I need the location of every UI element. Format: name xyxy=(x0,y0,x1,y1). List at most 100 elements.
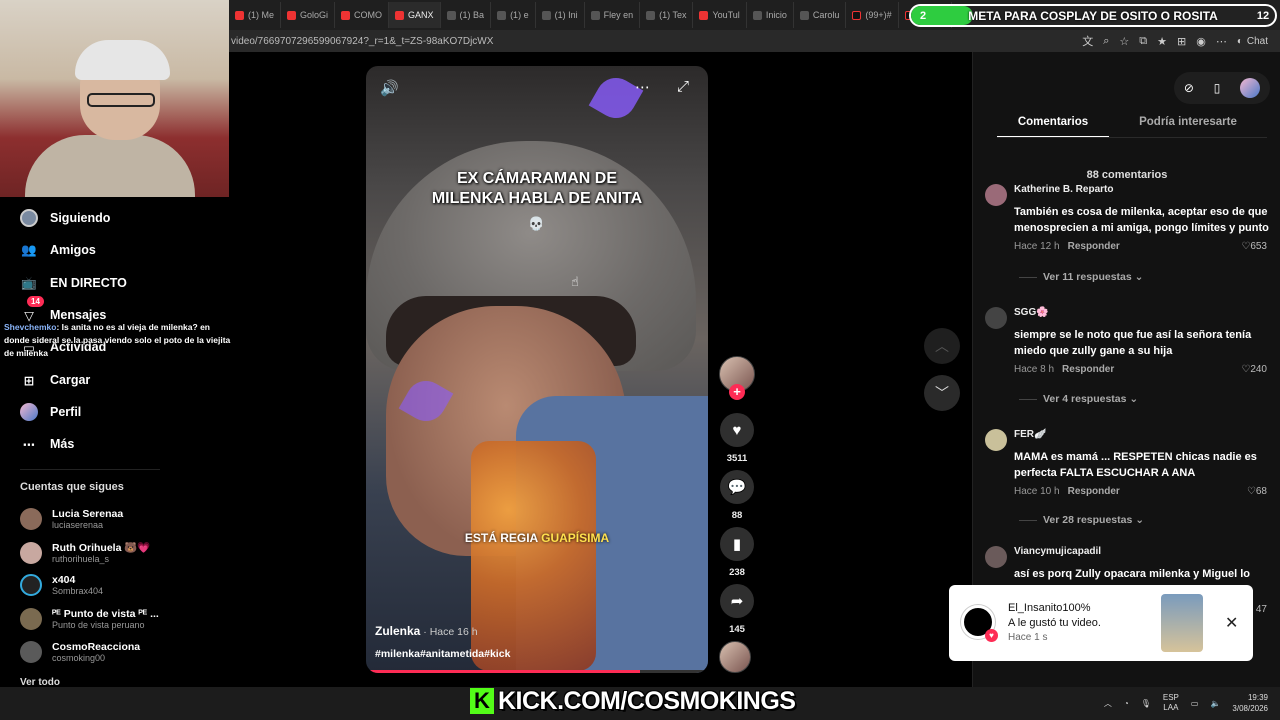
network-icon[interactable]: ◔ xyxy=(1124,699,1129,708)
video-progress-fill xyxy=(366,670,640,673)
tab-label: (1) e xyxy=(510,10,529,20)
sidebar-item-label: Amigos xyxy=(50,243,96,257)
skull-emoji-icon: 💀 xyxy=(528,216,545,231)
volume-icon[interactable]: 🔊 xyxy=(380,79,399,97)
browser-tab[interactable]: GoloGi xyxy=(281,2,336,28)
comment-user[interactable]: SGG🌸 xyxy=(1014,307,1049,318)
comment-like[interactable]: ♡68 xyxy=(1247,486,1267,497)
sidebar-item-following[interactable]: Siguiendo xyxy=(20,209,110,227)
url-text[interactable]: video/7669707296599067924?_r=1&_t=ZS-98a… xyxy=(231,36,493,47)
profile-avatar-icon[interactable] xyxy=(1240,78,1261,98)
browser-tab[interactable]: (1) Ini xyxy=(536,2,585,28)
view-replies-link[interactable]: Ver 28 respuestas ⌄ xyxy=(1019,514,1144,526)
like-notification[interactable]: ♥ El_Insanito100% A le gustó tu video. H… xyxy=(949,585,1253,661)
clock[interactable]: 19:39 3/08/2026 xyxy=(1232,692,1268,714)
reply-button[interactable]: Responder xyxy=(1062,364,1114,375)
previous-video-button[interactable]: ︿ xyxy=(924,328,960,364)
sidebar-item-live[interactable]: 📺 EN DIRECTO xyxy=(20,274,127,292)
browser-tab[interactable]: Carolu xyxy=(794,2,847,28)
comment-like[interactable]: ♡653 xyxy=(1241,241,1267,252)
like-button[interactable]: ♥ 3511 xyxy=(719,413,755,464)
music-disc-button[interactable] xyxy=(719,641,755,673)
address-bar[interactable]: video/7669707296599067924?_r=1&_t=ZS-98a… xyxy=(229,30,1280,52)
x-icon xyxy=(646,10,656,20)
comment-user[interactable]: Viancymujicapadil xyxy=(1014,546,1101,557)
browser-tab[interactable]: YouTul xyxy=(693,2,747,28)
view-replies-link[interactable]: Ver 4 respuestas ⌄ xyxy=(1019,393,1138,405)
avatar[interactable] xyxy=(985,184,1007,206)
compass-icon[interactable]: ⊘ xyxy=(1184,81,1194,95)
sidebar-item-profile[interactable]: Perfil xyxy=(20,403,81,421)
browser-tab[interactable]: GANX xyxy=(389,2,441,28)
video-player[interactable]: 🔊 ⋯ ⤢ EX CÁMARAMAN DE MILENKA HABLA DE AN… xyxy=(366,66,708,673)
browser-tab[interactable]: (1) e xyxy=(491,2,536,28)
save-button[interactable]: ▮ 238 xyxy=(719,527,755,578)
x-icon xyxy=(541,10,551,20)
favorites-icon[interactable]: ★ xyxy=(1157,35,1167,48)
followed-account[interactable]: ᴾᴱ Punto de vista ᴾᴱ ... Punto de vista p… xyxy=(20,608,159,630)
zoom-icon[interactable]: ⌕ xyxy=(1103,35,1109,48)
comment-user[interactable]: FER🪽 xyxy=(1014,429,1046,440)
language-indicator[interactable]: ESP LAA xyxy=(1163,693,1179,713)
author-name[interactable]: Zulenka xyxy=(375,624,420,638)
reply-button[interactable]: Responder xyxy=(1068,241,1120,252)
video-hashtags[interactable]: #milenka#anitametida#kick xyxy=(375,648,510,660)
author-avatar-button[interactable]: + xyxy=(719,356,755,400)
profile-icon[interactable]: ◉ xyxy=(1196,35,1206,48)
volume-icon[interactable]: 🔈 xyxy=(1210,699,1220,708)
followed-account[interactable]: x404 Sombrax404 xyxy=(20,574,103,596)
more-icon: ⋯ xyxy=(22,437,36,452)
translate-icon[interactable]: 文 xyxy=(1082,33,1093,49)
browser-tab[interactable]: (1) Tex xyxy=(640,2,694,28)
sidebar-item-friends[interactable]: 👥 Amigos xyxy=(20,241,96,259)
bookmark-star-icon[interactable]: ☆ xyxy=(1119,35,1129,48)
followed-account[interactable]: CosmoReacciona cosmoking00 xyxy=(20,641,140,663)
tab-comments[interactable]: Comentarios xyxy=(997,116,1109,138)
extension-icon[interactable]: ⧉ xyxy=(1139,35,1147,48)
monitor-icon[interactable]: ▭ xyxy=(1191,699,1199,708)
video-author[interactable]: Zulenka · Hace 16 h xyxy=(375,624,478,638)
kick-overlay-banner: K KICK.COM/COSMOKINGS xyxy=(470,686,796,716)
comment-like[interactable]: ♡240 xyxy=(1241,364,1267,375)
comment-user[interactable]: Katherine B. Reparto xyxy=(1014,184,1113,195)
sidebar-item-label: Cargar xyxy=(50,373,91,387)
more-menu-icon[interactable]: ⋯ xyxy=(1216,35,1227,48)
tab-label: GANX xyxy=(408,10,434,20)
browser-tab[interactable]: Inicio xyxy=(747,2,794,28)
copilot-chat-button[interactable]: ◐ Chat xyxy=(1237,36,1268,47)
video-progress-bar[interactable] xyxy=(366,670,708,673)
followed-account[interactable]: Ruth Orihuela 🐻💗 ruthorihuela_s xyxy=(20,541,150,564)
comment-time: Hace 12 h xyxy=(1014,241,1060,252)
close-icon[interactable]: ✕ xyxy=(1225,613,1238,633)
avatar[interactable] xyxy=(985,546,1007,568)
microphone-icon[interactable]: 🎙 xyxy=(1141,699,1151,708)
browser-tab[interactable]: COMO xyxy=(335,2,390,28)
stream-chat-message: Shevchemko: Is anita no es al vieja de m… xyxy=(4,321,234,360)
browser-tab[interactable]: (1) Me xyxy=(229,2,282,28)
follow-plus-icon[interactable]: + xyxy=(729,384,745,400)
x-icon xyxy=(446,10,456,20)
followed-account[interactable]: Lucia Serenaa luciaserenaa xyxy=(20,508,123,530)
reply-button[interactable]: Responder xyxy=(1068,486,1120,497)
tray-expand-icon[interactable]: ︿ xyxy=(1104,698,1112,709)
browser-tab[interactable]: (99+)# xyxy=(846,2,899,28)
comment-like-count[interactable]: 47 xyxy=(1256,604,1267,615)
browser-tab[interactable]: Fley en xyxy=(585,2,641,28)
avatar[interactable] xyxy=(985,429,1007,451)
fullscreen-icon[interactable]: ⤢ xyxy=(677,78,689,95)
phone-icon[interactable]: ▯ xyxy=(1214,81,1221,95)
sidebar-item-more[interactable]: ⋯ Más xyxy=(20,435,75,453)
heart-outline-icon: ♡ xyxy=(1241,364,1251,375)
tiktok-icon xyxy=(852,10,862,20)
collections-icon[interactable]: ⊞ xyxy=(1177,35,1186,48)
view-replies-link[interactable]: Ver 11 respuestas ⌄ xyxy=(1019,271,1143,283)
sidebar-item-upload[interactable]: ⊞ Cargar xyxy=(20,371,91,389)
tab-recommended[interactable]: Podría interesarte xyxy=(1109,116,1267,138)
share-button[interactable]: ➦ 145 xyxy=(719,584,755,635)
comment-button[interactable]: 💬 88 xyxy=(719,470,755,521)
caption-text: ESTÁ REGIA xyxy=(464,531,542,545)
more-options-icon[interactable]: ⋯ xyxy=(635,78,650,96)
next-video-button[interactable]: ﹀ xyxy=(924,375,960,411)
avatar[interactable] xyxy=(985,307,1007,329)
browser-tab[interactable]: (1) Ba xyxy=(441,2,492,28)
